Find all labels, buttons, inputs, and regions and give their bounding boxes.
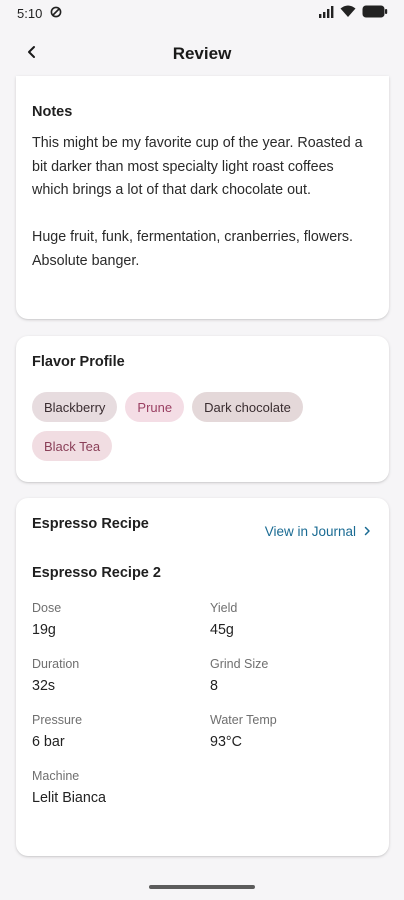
- field-value: 8: [210, 678, 218, 694]
- field-value: 19g: [32, 622, 56, 638]
- field-machine: Machine Lelit Bianca: [32, 769, 106, 806]
- back-button[interactable]: [18, 40, 46, 68]
- view-in-journal-label: View in Journal: [264, 524, 356, 539]
- flavor-chip: Dark chocolate: [192, 392, 303, 422]
- recipe-name: Espresso Recipe 2: [32, 565, 161, 581]
- page-title: Review: [172, 44, 232, 63]
- recipe-section-title: Espresso Recipe: [32, 516, 149, 532]
- flavor-chip: Prune: [125, 392, 185, 422]
- app-bar: Review: [0, 26, 404, 82]
- notes-paragraph: This might be my favorite cup of the yea…: [32, 135, 363, 199]
- field-label: Grind Size: [210, 657, 269, 671]
- view-in-journal-link[interactable]: View in Journal: [265, 524, 371, 539]
- back-arrow-icon: [26, 45, 38, 64]
- notes-card: Notes This might be my favorite cup of t…: [16, 76, 389, 319]
- flavor-chip: Black Tea: [32, 431, 113, 461]
- field-dose: Dose 19g: [32, 601, 61, 638]
- field-label: Yield: [210, 601, 238, 615]
- flavor-chip: Blackberry: [32, 392, 118, 422]
- notes-paragraph: Huge fruit, funk, fermentation, cranberr…: [32, 229, 354, 269]
- field-label: Duration: [32, 657, 80, 671]
- home-indicator[interactable]: [149, 885, 255, 889]
- field-grind-size: Grind Size 8: [210, 657, 268, 694]
- flavor-profile-card: Flavor Profile Blackberry Prune Dark cho…: [16, 336, 389, 482]
- flavor-profile-title: Flavor Profile: [32, 354, 125, 370]
- chevron-right-icon: [364, 524, 371, 539]
- notes-title: Notes: [32, 104, 73, 120]
- flavor-chip-list: Blackberry Prune Dark chocolate Black Te…: [32, 392, 362, 461]
- field-water-temp: Water Temp 93°C: [210, 713, 277, 750]
- field-pressure: Pressure 6 bar: [32, 713, 82, 750]
- recipe-card: Espresso Recipe View in Journal Espresso…: [16, 498, 389, 856]
- field-value: 32s: [32, 678, 56, 694]
- status-right: [318, 5, 388, 21]
- field-label: Pressure: [32, 713, 83, 727]
- field-label: Dose: [32, 601, 62, 615]
- do-not-disturb-icon: [50, 6, 62, 21]
- signal-icon: [318, 5, 334, 21]
- field-value: Lelit Bianca: [32, 790, 106, 806]
- field-label: Water Temp: [210, 713, 277, 727]
- field-value: 45g: [210, 622, 234, 638]
- battery-icon: [362, 5, 388, 21]
- status-time: 5:10: [17, 5, 43, 21]
- field-value: 93°C: [210, 734, 242, 750]
- field-yield: Yield 45g: [210, 601, 237, 638]
- status-bar: 5:10: [0, 0, 404, 26]
- status-left: 5:10: [17, 6, 62, 21]
- field-value: 6 bar: [32, 734, 65, 750]
- notes-body: This might be my favorite cup of the yea…: [32, 132, 372, 274]
- wifi-icon: [340, 5, 356, 21]
- field-label: Machine: [32, 769, 80, 783]
- field-duration: Duration 32s: [32, 657, 79, 694]
